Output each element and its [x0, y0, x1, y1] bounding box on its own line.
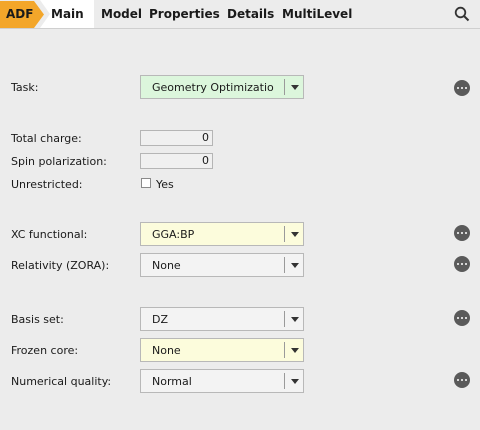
numerical-quality-label: Numerical quality:: [11, 375, 112, 388]
search-icon[interactable]: [454, 6, 470, 22]
frozen-core-label: Frozen core:: [11, 344, 79, 357]
total-charge-field[interactable]: 0: [140, 130, 213, 146]
dropdown-arrow-icon[interactable]: [291, 263, 299, 268]
unrestricted-checkbox[interactable]: [141, 178, 151, 188]
combo-separator: [284, 226, 285, 242]
frozen-core-select[interactable]: None: [140, 338, 304, 362]
dropdown-arrow-icon[interactable]: [291, 348, 299, 353]
menu-model[interactable]: Model: [101, 7, 142, 21]
xc-functional-value: GGA:BP: [152, 228, 195, 241]
combo-separator: [284, 311, 285, 327]
relativity-value: None: [152, 259, 181, 272]
unrestricted-yes-label[interactable]: Yes: [156, 178, 174, 191]
task-value: Geometry Optimizatio: [152, 81, 274, 94]
frozen-core-value: None: [152, 344, 181, 357]
menu-multilevel[interactable]: MultiLevel: [282, 7, 352, 21]
menu-details[interactable]: Details: [227, 7, 274, 21]
dropdown-arrow-icon[interactable]: [291, 232, 299, 237]
task-select[interactable]: Geometry Optimizatio: [140, 75, 304, 99]
dropdown-arrow-icon[interactable]: [291, 317, 299, 322]
combo-separator: [284, 257, 285, 273]
numerical-quality-more-options-icon[interactable]: [454, 372, 470, 388]
basis-set-value: DZ: [152, 313, 169, 326]
combo-separator: [284, 342, 285, 358]
numerical-quality-select[interactable]: Normal: [140, 369, 304, 393]
xc-functional-label: XC functional:: [11, 228, 88, 241]
dropdown-arrow-icon[interactable]: [291, 379, 299, 384]
relativity-more-options-icon[interactable]: [454, 256, 470, 272]
combo-separator: [284, 373, 285, 389]
top-tab-bar: ADF Main Model Properties Details MultiL…: [0, 0, 480, 29]
tab-adf-label[interactable]: ADF: [6, 7, 33, 21]
basis-set-more-options-icon[interactable]: [454, 310, 470, 326]
total-charge-label: Total charge:: [11, 132, 82, 145]
basis-set-label: Basis set:: [11, 313, 64, 326]
spin-polarization-field[interactable]: 0: [140, 153, 213, 169]
relativity-select[interactable]: None: [140, 253, 304, 277]
spin-polarization-label: Spin polarization:: [11, 155, 107, 168]
basis-set-select[interactable]: DZ: [140, 307, 304, 331]
relativity-label: Relativity (ZORA):: [11, 259, 110, 272]
task-more-options-icon[interactable]: [454, 80, 470, 96]
unrestricted-label: Unrestricted:: [11, 178, 83, 191]
numerical-quality-value: Normal: [152, 375, 192, 388]
tab-main-label[interactable]: Main: [51, 7, 84, 21]
menu-properties[interactable]: Properties: [149, 7, 220, 21]
combo-separator: [284, 79, 285, 95]
xc-functional-more-options-icon[interactable]: [454, 225, 470, 241]
task-label: Task:: [11, 81, 39, 94]
xc-functional-select[interactable]: GGA:BP: [140, 222, 304, 246]
dropdown-arrow-icon[interactable]: [291, 85, 299, 90]
